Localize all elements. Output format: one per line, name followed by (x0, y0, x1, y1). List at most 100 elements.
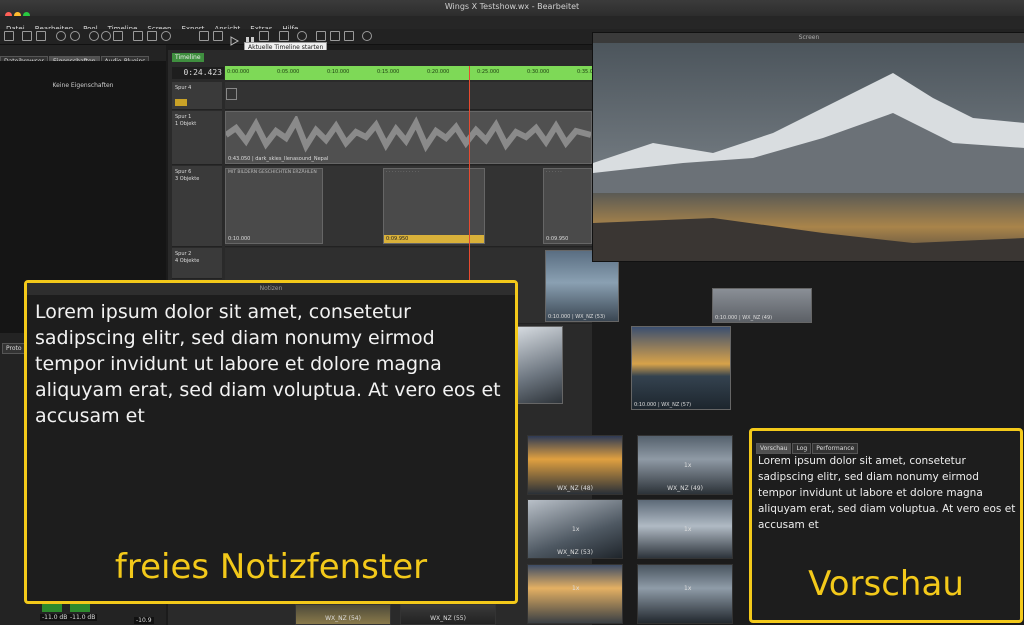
pause-icon[interactable] (245, 31, 255, 45)
track-header-spur2[interactable]: Spur 24 Objekte (172, 248, 222, 279)
layout-icon[interactable] (316, 31, 326, 41)
pool-item[interactable]: 1x (637, 564, 733, 624)
screen-window-title: Screen (593, 33, 1024, 43)
magnet-icon[interactable] (161, 31, 171, 41)
pool-item-label: WX_NZ (54) (325, 615, 361, 622)
pool-item-label: WX_NZ (49) (667, 485, 703, 492)
settings-icon[interactable] (297, 31, 307, 41)
pool-item-label: WX_NZ (55) (430, 615, 466, 622)
pool-item[interactable]: 1x (527, 564, 623, 624)
waveform (226, 116, 591, 153)
tab-protokoll[interactable]: Proto (2, 343, 26, 354)
preview-caption: Vorschau (808, 564, 964, 604)
empty-properties-text: Keine Eigenschaften (52, 82, 114, 89)
ruler-tick: 0:25.000 (477, 69, 500, 75)
zoom-fit-icon[interactable] (113, 31, 123, 41)
usage-badge: 1x (684, 585, 692, 592)
clip-time: 0:10.000 (228, 236, 251, 242)
pool-item[interactable]: WX_NZ (54) (295, 604, 391, 625)
usage-badge: 1x (572, 585, 580, 592)
clip-text: MIT BILDERN GESCHICHTEN ERZÄHLEN (228, 170, 317, 175)
notes-icon[interactable] (330, 31, 340, 41)
preview-tabs: Vorschau Log Performance (756, 435, 859, 454)
clip-time: 0:09.950 (386, 236, 409, 242)
clip-time: 0:09.950 (546, 236, 569, 242)
notes-caption: freies Notizfenster (114, 547, 428, 587)
image-clip[interactable]: 0:10.000 | WX_NZ (57) (631, 326, 731, 410)
usage-badge: 1x (684, 462, 692, 469)
marker-icon[interactable] (226, 88, 237, 100)
stop-icon[interactable] (259, 31, 269, 41)
track-mode-icon[interactable] (175, 99, 187, 106)
redo-icon[interactable] (70, 31, 80, 41)
track-name: Spur 63 Objekte (175, 169, 200, 182)
monitor-icon[interactable] (213, 31, 223, 41)
clip-label: 0:10.000 | WX_NZ (53) (548, 314, 606, 320)
menu-bar: DateiBearbeitenPoolTimelineScreenExportA… (0, 16, 1024, 33)
image-clip[interactable] (513, 326, 563, 404)
notes-window-title: Notizen (27, 283, 515, 295)
ruler-tick: 0:15.000 (377, 69, 400, 75)
zoom-in-icon[interactable] (101, 31, 111, 41)
screen-window: Screen (592, 32, 1024, 262)
preview-panel: Vorschau Log Performance Lorem ipsum dolor… (749, 428, 1023, 623)
zoom-out-icon[interactable] (89, 31, 99, 41)
time-ruler[interactable]: 0:00.000 0:05.000 0:10.000 0:15.000 0:20… (225, 66, 599, 80)
screen-preview-image (593, 43, 1024, 261)
pool-item-label: WX_NZ (53) (557, 549, 593, 556)
preview-text: Lorem ipsum dolor sit amet, consetetur s… (758, 455, 1016, 531)
clip-text: · · · · · · · · · · · · (386, 170, 419, 175)
clip-label: 0:43.050 | dark_skies_Ilenasound_Nepal (228, 156, 329, 162)
track-name: Spur 11 Objekt (175, 114, 197, 127)
clip-label: 0:10.000 | WX_NZ (57) (634, 402, 692, 408)
track-name: Spur 24 Objekte (175, 251, 200, 264)
track-header-spur6[interactable]: Spur 63 Objekte (172, 166, 222, 247)
ruler-tick: 0:00.000 (227, 69, 250, 75)
screen-icon[interactable] (199, 31, 209, 41)
ruler-tick: 0:20.000 (427, 69, 450, 75)
left-tabs: DateibrowserEigenschaftenAudio-Plugins (0, 48, 150, 67)
track-body-spur4[interactable] (225, 82, 592, 110)
export-icon[interactable] (36, 31, 46, 41)
track-name: Spur 4 (175, 85, 192, 91)
save-icon[interactable] (22, 31, 32, 41)
notes-window[interactable]: Notizen Lorem ipsum dolor sit amet, cons… (24, 280, 518, 604)
pool-item[interactable]: WX_NZ (55) (400, 604, 496, 625)
level-left: -11.0 dB (40, 614, 70, 621)
clip-label: 0:10.000 | WX_NZ (49) (715, 315, 773, 321)
level-master: -10.9 (134, 617, 154, 624)
track-body-spur6[interactable]: MIT BILDERN GESCHICHTEN ERZÄHLEN 0:10.00… (225, 166, 592, 247)
pool-item[interactable]: 1x WX_NZ (53) (527, 499, 623, 559)
pool-item[interactable]: 1x WX_NZ (49) (637, 435, 733, 495)
ruler-tick: 0:30.000 (527, 69, 550, 75)
timecode-display: 0:24.423 (172, 67, 224, 79)
split-icon[interactable] (133, 31, 143, 41)
usage-badge: 1x (684, 526, 692, 533)
ruler-tick: 0:10.000 (327, 69, 350, 75)
notes-text[interactable]: Lorem ipsum dolor sit amet, consetetur s… (35, 299, 505, 429)
info-icon[interactable] (362, 31, 372, 41)
tab-timeline[interactable]: Timeline (172, 53, 204, 62)
track-header-spur1[interactable]: Spur 11 Objekt (172, 111, 222, 165)
text-clip[interactable]: MIT BILDERN GESCHICHTEN ERZÄHLEN 0:10.00… (225, 168, 323, 244)
window-title: Wings X Testshow.wx - Bearbeitet (444, 2, 580, 11)
record-icon[interactable] (279, 31, 289, 41)
pool-item[interactable]: 1x (637, 499, 733, 559)
ruler-tick: 0:05.000 (277, 69, 300, 75)
help-icon[interactable] (344, 31, 354, 41)
trim-icon[interactable] (147, 31, 157, 41)
level-right: -11.0 dB (68, 614, 98, 621)
text-clip[interactable]: · · · · · · 0:09.950 (543, 168, 592, 244)
title-bar: Wings X Testshow.wx - Bearbeitet (0, 0, 1024, 19)
usage-badge: 1x (572, 526, 580, 533)
image-clip[interactable]: 0:10.000 | WX_NZ (49) (712, 288, 812, 323)
audio-clip[interactable]: 0:43.050 | dark_skies_Ilenasound_Nepal (225, 111, 592, 164)
pool-item[interactable]: WX_NZ (48) (527, 435, 623, 495)
clip-text: · · · · · · (546, 170, 562, 175)
open-icon[interactable] (4, 31, 14, 41)
pool-item-label: WX_NZ (48) (557, 485, 593, 492)
play-icon[interactable] (229, 31, 240, 46)
track-body-spur1[interactable]: 0:43.050 | dark_skies_Ilenasound_Nepal (225, 111, 592, 165)
track-header-spur4[interactable]: Spur 4 (172, 82, 222, 110)
undo-icon[interactable] (56, 31, 66, 41)
